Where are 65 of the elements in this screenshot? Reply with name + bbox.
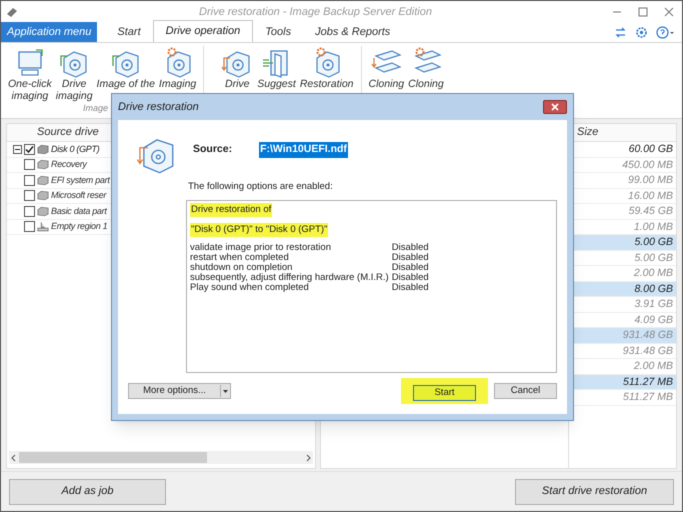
option-value: Disabled (392, 243, 429, 254)
settings-icon[interactable] (635, 26, 648, 38)
ribbon-button[interactable]: Drive (220, 46, 254, 90)
hand-drive-icon (37, 221, 49, 232)
checkbox[interactable] (24, 190, 35, 202)
ribbon-button[interactable]: Drive imaging (54, 46, 94, 102)
source-label: Source: (193, 142, 232, 157)
close-icon (551, 103, 559, 111)
ribbon-tab[interactable]: Drive operation (152, 20, 254, 42)
window-title: Drive restoration - Image Backup Server Edition (198, 4, 433, 20)
option-value: Disabled (392, 283, 429, 294)
drive-icon (37, 174, 49, 186)
option-value: Disabled (392, 273, 429, 284)
checkbox[interactable] (24, 206, 35, 217)
ribbon-button[interactable]: Cloning (407, 46, 445, 90)
option-name: restart when completed (190, 253, 289, 264)
check-icon (25, 144, 34, 154)
ribbon-button[interactable]: Image of the (96, 46, 156, 102)
ribbon-button[interactable]: Suggest (256, 46, 297, 90)
close-button[interactable] (543, 100, 567, 114)
checkbox[interactable] (24, 221, 35, 232)
checkbox[interactable] (24, 174, 35, 186)
option-value: Disabled (392, 263, 429, 274)
options-intro: The following options are enabled: (188, 180, 334, 194)
app-icon (5, 6, 19, 18)
help-icon[interactable] (656, 26, 674, 38)
tree-item[interactable]: Basic data part (51, 204, 107, 218)
checkbox[interactable] (24, 159, 35, 170)
source-value: F:\Win10UEFI.ndf (259, 142, 348, 158)
ribbon-tab[interactable]: Tools (253, 22, 304, 42)
ribbon-tab[interactable]: Jobs & Reports (303, 22, 402, 42)
tree-item[interactable]: Microsoft reser (51, 189, 106, 202)
option-name: Play sound when completed (190, 283, 310, 294)
close-icon[interactable] (664, 7, 674, 17)
add-as-job-button[interactable]: Add as job (9, 478, 166, 504)
tree-item[interactable]: Recovery (51, 158, 87, 172)
start-button[interactable]: Start (413, 385, 476, 401)
option-name: subsequently, adjust differing hardware (M.I.R.) (190, 273, 389, 284)
scrollbar-thumb[interactable] (19, 452, 207, 463)
horizontal-scrollbar[interactable] (9, 451, 313, 464)
option-name: validate image prior to restoration (190, 243, 332, 254)
ribbon-button[interactable]: One-click imaging (7, 46, 53, 102)
application-menu-button[interactable]: Application menu (1, 22, 98, 42)
ribbon-button[interactable]: Imaging (158, 46, 198, 102)
group-label: Image (83, 102, 108, 115)
tree-item[interactable]: EFI system part (51, 174, 110, 187)
dialog-title: Drive restoration (118, 100, 199, 115)
dropdown-caret-icon[interactable] (221, 387, 230, 395)
tree-item[interactable]: Disk 0 (GPT) (51, 142, 100, 156)
ribbon-button[interactable]: Restoration (298, 46, 355, 90)
ribbon-button[interactable]: Cloning (368, 46, 406, 90)
option-name: shutdown on completion (190, 263, 292, 274)
option-value: Disabled (392, 253, 429, 264)
collapse-icon[interactable] (13, 144, 22, 154)
maximize-icon[interactable] (638, 7, 648, 17)
drive-icon (37, 206, 49, 217)
drive-icon (37, 190, 49, 202)
cancel-button[interactable]: Cancel (494, 383, 557, 399)
more-options-button[interactable]: More options... (128, 383, 231, 399)
tree-item[interactable]: Empty region 1 (51, 220, 108, 234)
sync-icon[interactable] (614, 26, 627, 38)
start-drive-restoration-button[interactable]: Start drive restoration (515, 478, 674, 504)
ribbon-tab[interactable]: Start (105, 22, 153, 42)
drive-icon (37, 159, 49, 170)
checkbox[interactable] (24, 144, 35, 155)
